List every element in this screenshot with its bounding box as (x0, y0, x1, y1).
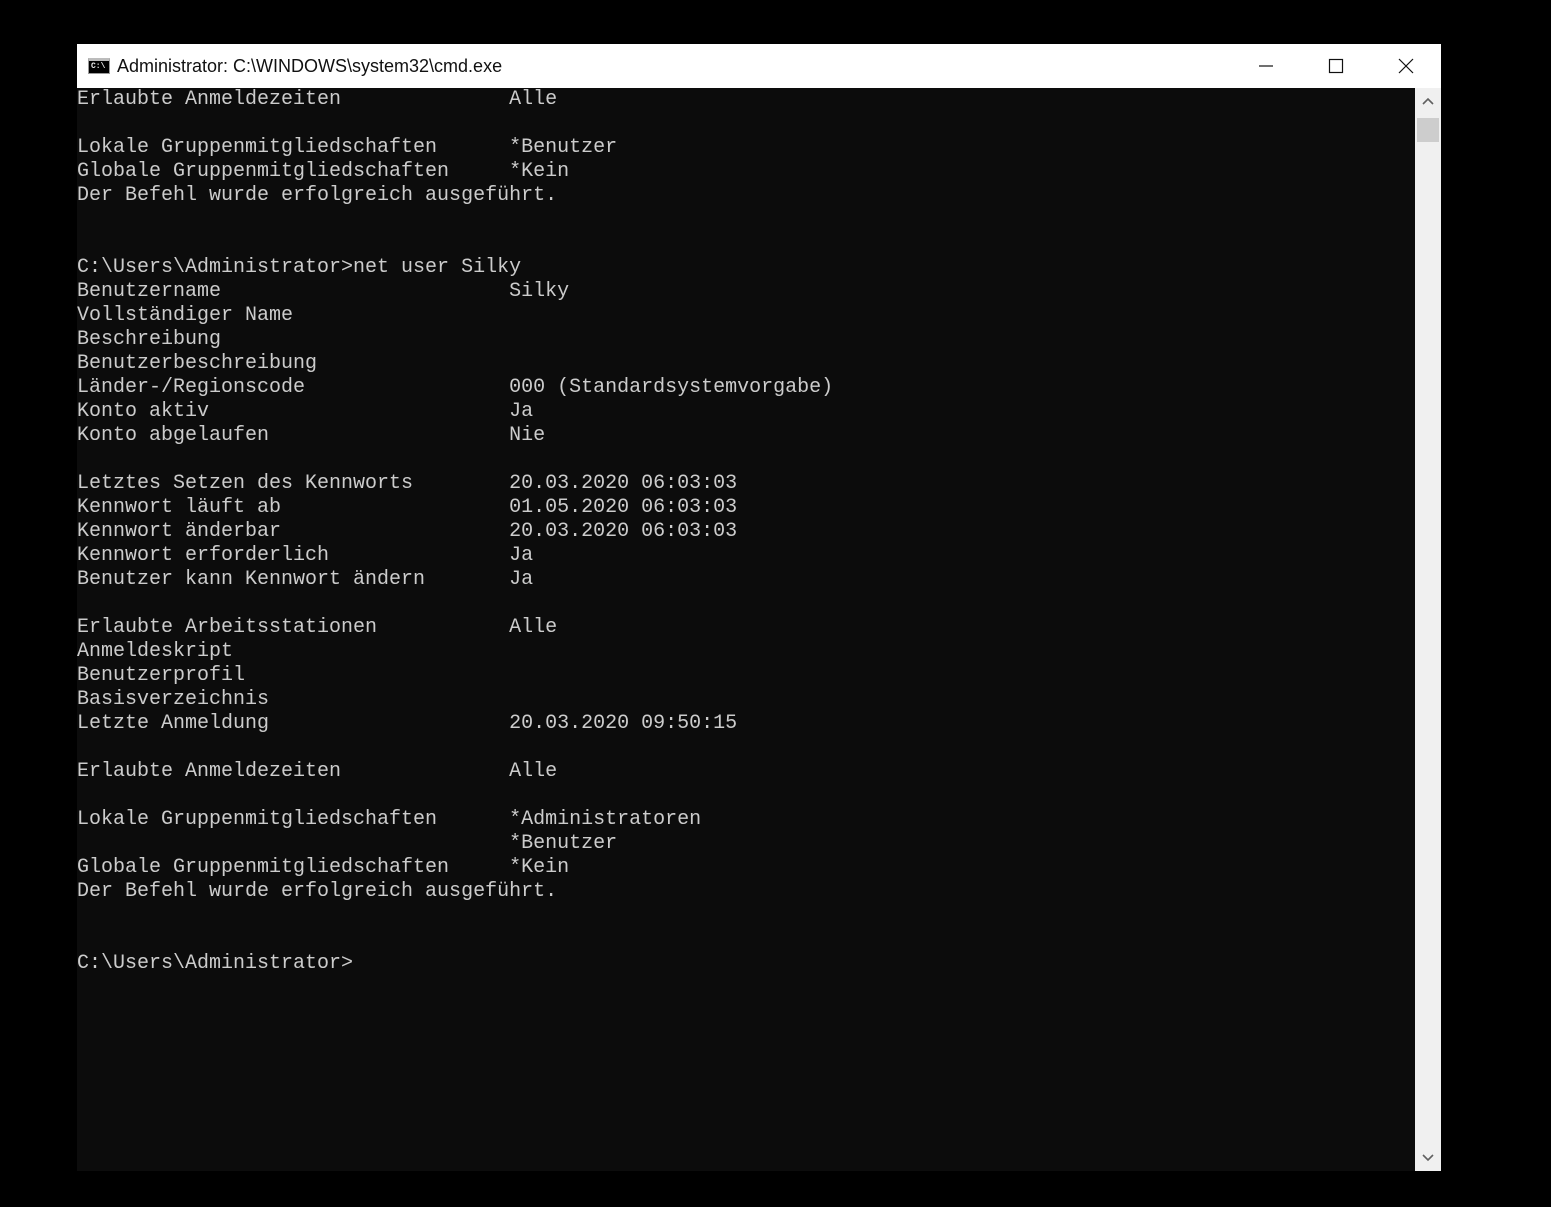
title-bar[interactable]: C:\ Administrator: C:\WINDOWS\system32\c… (77, 44, 1441, 88)
console-line: Benutzerbeschreibung (77, 352, 318, 375)
console-line: Der Befehl wurde erfolgreich ausgeführt. (77, 184, 558, 207)
scroll-down-button[interactable] (1415, 1145, 1441, 1171)
console-line: Anmeldeskript (77, 640, 234, 663)
maximize-button[interactable] (1301, 44, 1371, 88)
console-line: C:\Users\Administrator> (77, 952, 354, 975)
console-line: Lokale Gruppenmitgliedschaften *Benutzer (77, 136, 618, 159)
console-line: Basisverzeichnis (77, 688, 270, 711)
console-line: Vollständiger Name (77, 304, 294, 327)
console-line: *Benutzer (77, 832, 618, 855)
console-line: Letztes Setzen des Kennworts 20.03.2020 … (77, 472, 738, 495)
maximize-icon (1328, 58, 1344, 74)
vertical-scrollbar[interactable] (1415, 88, 1441, 1171)
scroll-thumb[interactable] (1417, 118, 1439, 142)
console-line: Kennwort erforderlich Ja (77, 544, 534, 567)
cmd-icon: C:\ (88, 58, 110, 74)
console-line: Beschreibung (77, 328, 222, 351)
console-line: Letzte Anmeldung 20.03.2020 09:50:15 (77, 712, 738, 735)
console-line: C:\Users\Administrator>net user Silky (77, 256, 522, 279)
window-title: Administrator: C:\WINDOWS\system32\cmd.e… (117, 56, 503, 76)
console-line: Kennwort läuft ab 01.05.2020 06:03:03 (77, 496, 738, 519)
console-line: Globale Gruppenmitgliedschaften *Kein (77, 160, 570, 183)
scroll-up-button[interactable] (1415, 88, 1441, 114)
console-line: Erlaubte Anmeldezeiten Alle (77, 88, 558, 111)
console-line: Erlaubte Arbeitsstationen Alle (77, 616, 558, 639)
console-line: Länder-/Regionscode 000 (Standardsystemv… (77, 376, 834, 399)
console-line: Globale Gruppenmitgliedschaften *Kein (77, 856, 570, 879)
console-line: Der Befehl wurde erfolgreich ausgeführt. (77, 880, 558, 903)
console-output[interactable]: Erlaubte Anmeldezeiten Alle Lokale Gruppe… (77, 88, 1415, 1171)
console-line: Erlaubte Anmeldezeiten Alle (77, 760, 558, 783)
console-line: Benutzerprofil (77, 664, 246, 687)
chevron-up-icon (1422, 97, 1434, 105)
console-text: Erlaubte Anmeldezeiten Alle Lokale Gruppe… (77, 88, 1415, 976)
console-line: Kennwort änderbar 20.03.2020 06:03:03 (77, 520, 738, 543)
close-icon (1398, 58, 1414, 74)
console-line: Benutzername Silky (77, 280, 570, 303)
console-line: Lokale Gruppenmitgliedschaften *Administ… (77, 808, 702, 831)
console-line: Benutzer kann Kennwort ändern Ja (77, 568, 534, 591)
console-line: Konto abgelaufen Nie (77, 424, 546, 447)
chevron-down-icon (1422, 1154, 1434, 1162)
cmd-icon-text: C:\ (91, 62, 106, 71)
console-line: Konto aktiv Ja (77, 400, 534, 423)
minimize-button[interactable] (1231, 44, 1301, 88)
cmd-window: C:\ Administrator: C:\WINDOWS\system32\c… (77, 44, 1441, 1171)
minimize-icon (1259, 65, 1273, 67)
close-button[interactable] (1371, 44, 1441, 88)
